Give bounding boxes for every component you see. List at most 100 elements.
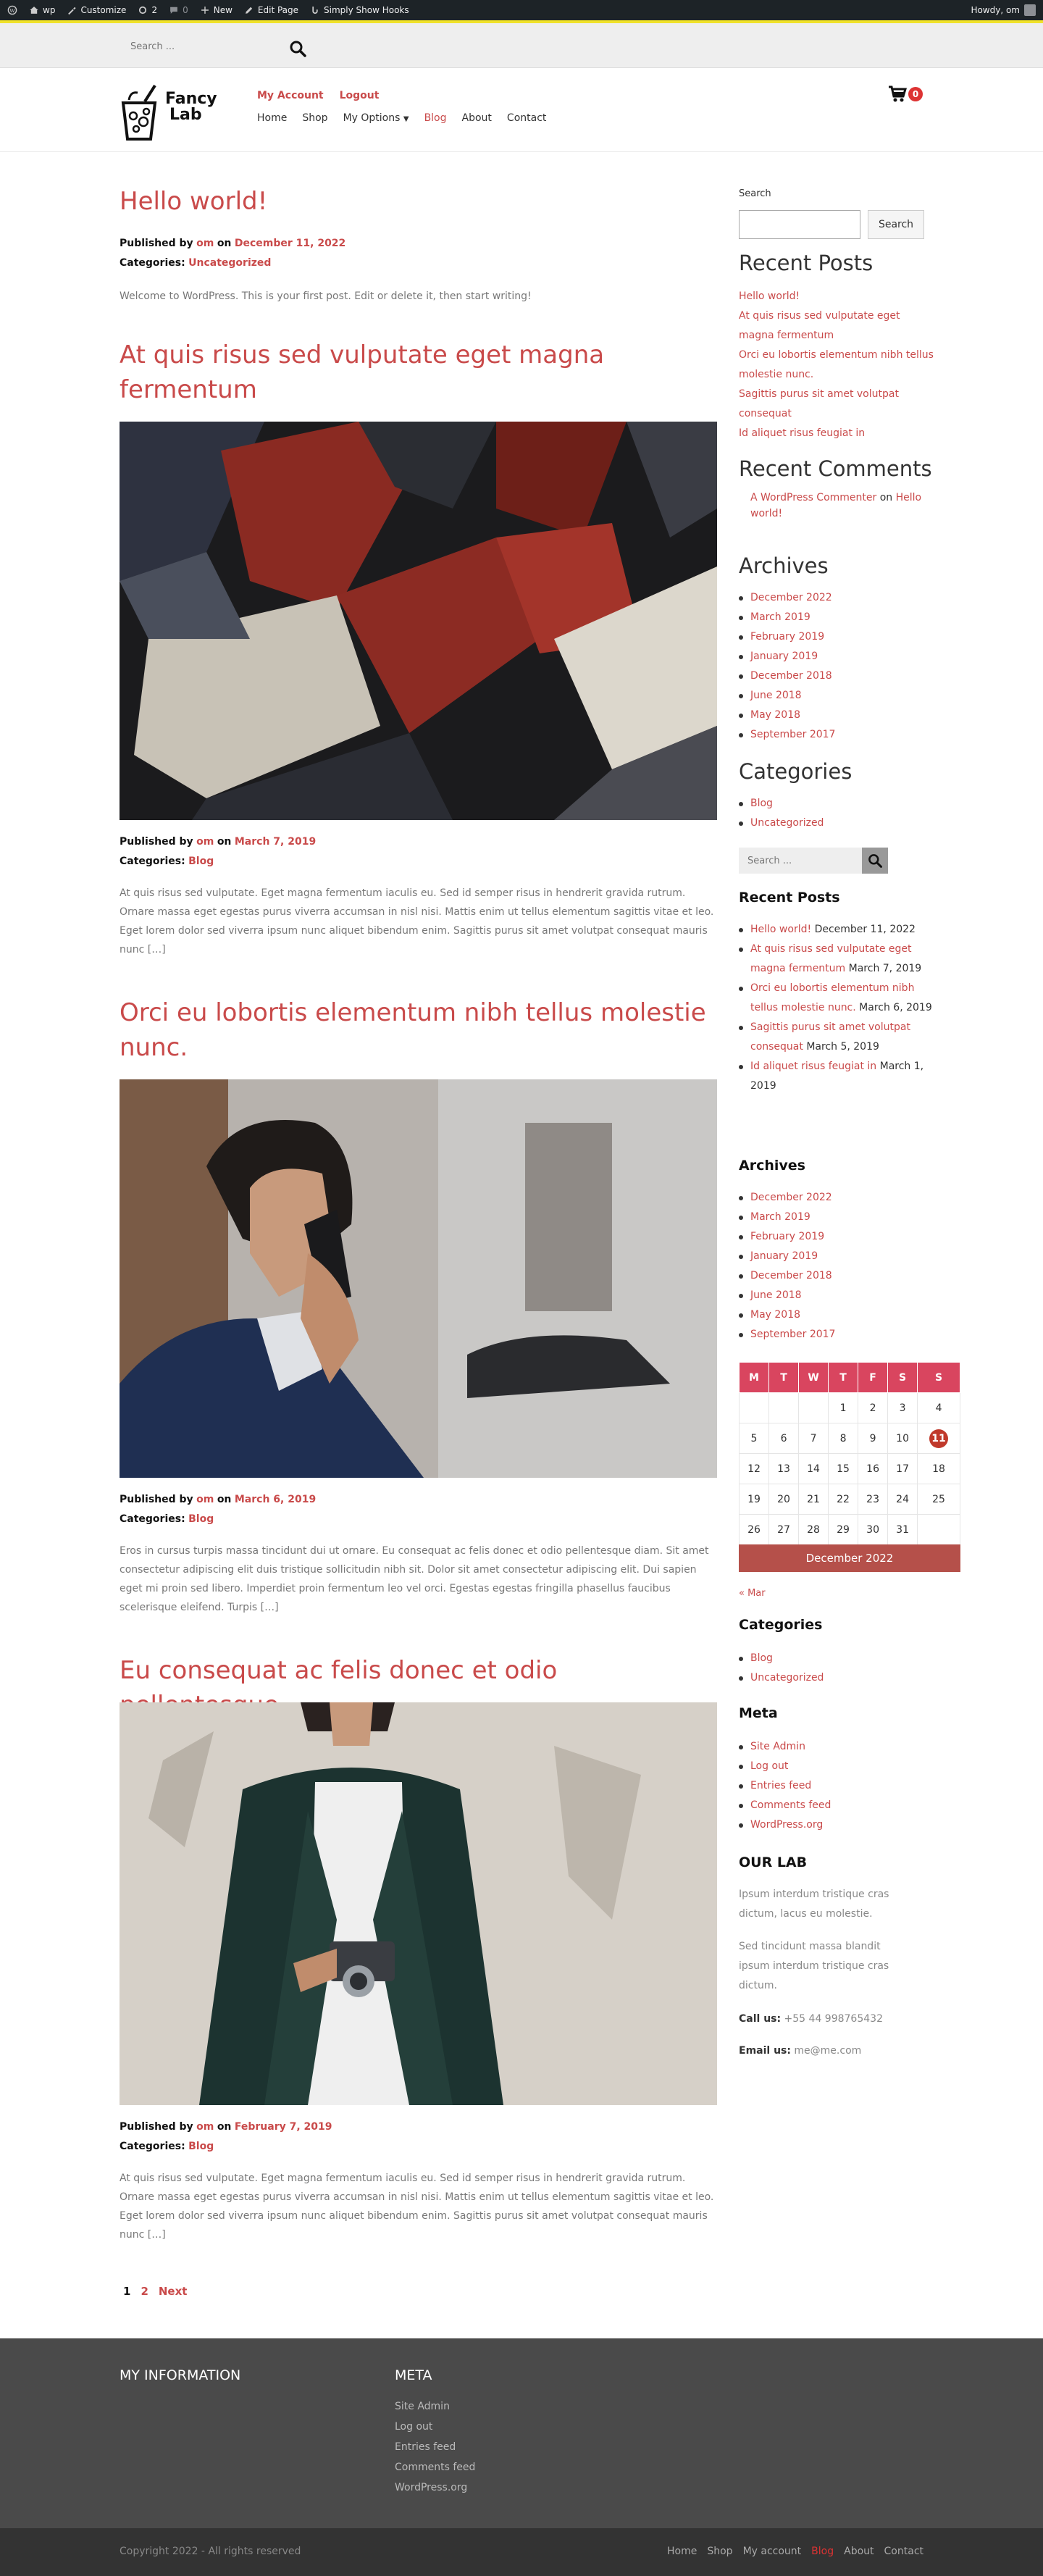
archive-link[interactable]: May 2018 xyxy=(750,709,800,721)
archive-link[interactable]: February 2019 xyxy=(750,1231,824,1242)
footer-nav-home[interactable]: Home xyxy=(667,2546,697,2557)
admin-updates-link[interactable]: 2 xyxy=(138,5,157,15)
copyright-bar: Copyright 2022 - All rights reserved Hom… xyxy=(0,2528,1043,2576)
top-search-input[interactable] xyxy=(120,35,280,58)
recent-post-link[interactable]: Id aliquet risus feugiat in xyxy=(739,427,865,439)
nav-about[interactable]: About xyxy=(462,112,492,124)
post-date-link[interactable]: March 6, 2019 xyxy=(235,1494,316,1505)
admin-account-menu[interactable]: Howdy, om xyxy=(971,4,1036,16)
admin-new-link[interactable]: New xyxy=(200,5,233,15)
sidebar-search-label: Search xyxy=(739,188,771,199)
post-author-link[interactable]: om xyxy=(196,836,214,848)
footer-my-information-heading: MY INFORMATION xyxy=(120,2367,241,2383)
post-author-link[interactable]: om xyxy=(196,238,214,249)
logout-link[interactable]: Logout xyxy=(340,90,380,101)
meta-link[interactable]: Entries feed xyxy=(750,1780,811,1791)
site-logo[interactable]: Fancy Lab xyxy=(120,83,236,141)
caret-down-icon: ▼ xyxy=(403,115,409,123)
calendar-prev-link[interactable]: « Mar xyxy=(739,1584,766,1603)
footer-meta-link[interactable]: WordPress.org xyxy=(395,2477,475,2498)
footer-nav-contact[interactable]: Contact xyxy=(884,2546,923,2557)
my-account-link[interactable]: My Account xyxy=(257,90,324,101)
sidebar-search-input[interactable] xyxy=(739,210,860,239)
archive-link[interactable]: December 2018 xyxy=(750,1270,832,1281)
cart-button[interactable]: 0 xyxy=(888,85,923,103)
recent-post-link[interactable]: Orci eu lobortis elementum nibh tellus m… xyxy=(739,349,934,380)
post-category-link[interactable]: Blog xyxy=(188,1513,214,1525)
post-date-link[interactable]: February 7, 2019 xyxy=(235,2121,332,2133)
calendar-week: 19 20 21 22 23 24 25 xyxy=(738,1484,960,1515)
archive-link[interactable]: September 2017 xyxy=(750,1329,835,1340)
footer-nav-blog[interactable]: Blog xyxy=(811,2546,834,2557)
recent-post-link[interactable]: Sagittis purus sit amet volutpat consequ… xyxy=(739,388,899,419)
sidebar-search-button[interactable]: Search xyxy=(868,210,924,239)
admin-hooks-link[interactable]: Simply Show Hooks xyxy=(310,5,409,15)
post-thumbnail-man-on-phone[interactable] xyxy=(120,1079,717,1478)
wordpress-logo-icon[interactable]: W xyxy=(7,5,17,15)
comment-author-link[interactable]: A WordPress Commenter xyxy=(750,492,876,503)
admin-site-link[interactable]: wp xyxy=(29,5,55,15)
category-link[interactable]: Uncategorized xyxy=(750,817,824,829)
archive-link[interactable]: December 2022 xyxy=(750,592,832,603)
nav-blog[interactable]: Blog xyxy=(424,112,447,124)
archive-link[interactable]: September 2017 xyxy=(750,729,835,740)
post-author-link[interactable]: om xyxy=(196,1494,214,1505)
footer-meta-link[interactable]: Site Admin xyxy=(395,2396,475,2417)
post-category-link[interactable]: Blog xyxy=(188,2141,214,2152)
recent-post-link[interactable]: At quis risus sed vulputate eget magna f… xyxy=(739,310,900,341)
archive-link[interactable]: December 2018 xyxy=(750,670,832,682)
footer-meta-link[interactable]: Entries feed xyxy=(395,2437,475,2457)
calendar-today[interactable]: 11 xyxy=(917,1423,960,1454)
archive-link[interactable]: June 2018 xyxy=(750,690,802,701)
archive-link[interactable]: May 2018 xyxy=(750,1309,800,1321)
sidebar-search-form: Search xyxy=(739,210,924,239)
archive-link[interactable]: December 2022 xyxy=(750,1192,832,1203)
post-category-link[interactable]: Uncategorized xyxy=(188,257,271,269)
archive-link[interactable]: June 2018 xyxy=(750,1289,802,1301)
archive-link[interactable]: March 2019 xyxy=(750,1211,810,1223)
post-thumbnail-man-with-camera[interactable] xyxy=(120,1702,717,2105)
archive-link[interactable]: February 2019 xyxy=(750,631,824,643)
category-link[interactable]: Blog xyxy=(750,798,773,809)
next-page-link[interactable]: Next xyxy=(159,2285,188,2298)
post-title[interactable]: Hello world! xyxy=(120,184,721,219)
site-header: Fancy Lab My Account Logout Home Shop My… xyxy=(0,68,1043,152)
admin-edit-page-link[interactable]: Edit Page xyxy=(244,5,298,15)
recent-post-link[interactable]: Hello world! xyxy=(739,290,800,302)
archive-link[interactable]: January 2019 xyxy=(750,1250,818,1262)
post-categories: Categories: Uncategorized xyxy=(120,257,272,269)
meta-link[interactable]: Log out xyxy=(750,1760,788,1772)
nav-my-options[interactable]: My Options ▼ xyxy=(343,112,409,124)
post-date-link[interactable]: March 7, 2019 xyxy=(235,836,316,848)
admin-customize-link[interactable]: Customize xyxy=(67,5,126,15)
nav-home[interactable]: Home xyxy=(257,112,287,124)
archive-link[interactable]: March 2019 xyxy=(750,611,810,623)
meta-link[interactable]: WordPress.org xyxy=(750,1819,823,1831)
post-thumbnail-leather-jackets[interactable] xyxy=(120,422,717,820)
sidebar-search-button-2[interactable] xyxy=(862,848,888,874)
recent-post-link[interactable]: Hello world! xyxy=(750,924,811,935)
post-date-link[interactable]: December 11, 2022 xyxy=(235,238,345,249)
footer-meta-link[interactable]: Log out xyxy=(395,2417,475,2437)
page-2-link[interactable]: 2 xyxy=(141,2285,148,2298)
footer-nav-shop[interactable]: Shop xyxy=(707,2546,732,2557)
archive-link[interactable]: January 2019 xyxy=(750,651,818,662)
nav-contact[interactable]: Contact xyxy=(507,112,546,124)
post-author-link[interactable]: om xyxy=(196,2121,214,2133)
nav-shop[interactable]: Shop xyxy=(302,112,327,124)
recent-post-link[interactable]: Id aliquet risus feugiat in xyxy=(750,1061,876,1072)
footer-meta-link[interactable]: Comments feed xyxy=(395,2457,475,2477)
category-link[interactable]: Blog xyxy=(750,1652,773,1664)
post-category-link[interactable]: Blog xyxy=(188,856,214,867)
footer-nav-about[interactable]: About xyxy=(844,2546,874,2557)
sidebar-search-input-2[interactable]: Search ... xyxy=(739,848,862,874)
footer-nav-my-account[interactable]: My account xyxy=(743,2546,802,2557)
search-icon[interactable] xyxy=(288,39,307,58)
meta-link[interactable]: Site Admin xyxy=(750,1741,805,1752)
post-categories: Categories: Blog xyxy=(120,856,214,867)
admin-comments-link[interactable]: 0 xyxy=(169,5,188,15)
meta-link[interactable]: Comments feed xyxy=(750,1799,831,1811)
post-title[interactable]: At quis risus sed vulputate eget magna f… xyxy=(120,338,721,407)
post-title[interactable]: Orci eu lobortis elementum nibh tellus m… xyxy=(120,995,721,1065)
category-link[interactable]: Uncategorized xyxy=(750,1672,824,1684)
